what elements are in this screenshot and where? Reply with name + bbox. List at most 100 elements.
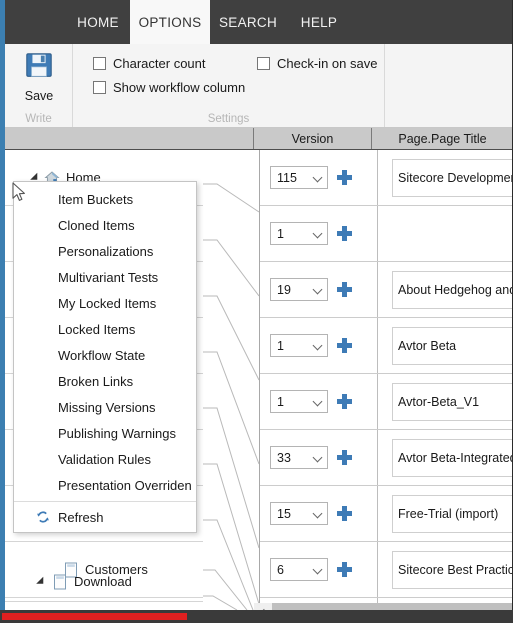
ribbon-group-settings: Character count Show workflow column Che… — [73, 44, 385, 127]
grid-cell-title: Sitecore Best Practices — [379, 542, 513, 597]
add-version-button[interactable] — [337, 562, 352, 577]
chevron-down-icon[interactable] — [312, 172, 323, 183]
page-title-input[interactable]: Avtor-Beta_V1 — [392, 382, 513, 421]
version-select-value: 1 — [277, 394, 284, 409]
version-select[interactable]: 19 — [270, 278, 328, 301]
grid-cell-version: 6 — [260, 542, 378, 597]
menu-item-multivariant-tests[interactable]: Multivariant Tests — [14, 264, 196, 290]
tab-home[interactable]: HOME — [66, 0, 130, 44]
context-menu[interactable]: Item Buckets Cloned Items Personalizatio… — [13, 181, 197, 533]
page-title-input[interactable]: Free-Trial (import) — [392, 494, 513, 533]
menu-item-personalizations[interactable]: Personalizations — [14, 238, 196, 264]
checkbox-box-icon[interactable] — [93, 81, 106, 94]
grid-cell-version: 115 — [260, 150, 378, 205]
page-title-input[interactable]: About Hedgehog and o — [392, 270, 513, 309]
menu-item-locked-items[interactable]: Locked Items — [14, 316, 196, 342]
menu-item-item-buckets[interactable]: Item Buckets — [14, 186, 196, 212]
tree-item-download-label: Download — [74, 574, 132, 589]
version-select[interactable]: 1 — [270, 334, 328, 357]
grid-row[interactable]: 1 Avtor-Beta_V1 — [260, 374, 513, 430]
checkbox-character-count-label: Character count — [113, 56, 206, 71]
menu-item-cloned-items[interactable]: Cloned Items — [14, 212, 196, 238]
expand-collapse-arrow-icon[interactable] — [36, 576, 47, 587]
chevron-down-icon[interactable] — [312, 508, 323, 519]
chevron-down-icon[interactable] — [312, 340, 323, 351]
version-select-value: 15 — [277, 506, 291, 521]
add-version-button[interactable] — [337, 450, 352, 465]
checkbox-show-workflow-column[interactable]: Show workflow column — [93, 80, 245, 95]
chevron-down-icon[interactable] — [312, 452, 323, 463]
grid-row[interactable]: 1 — [260, 206, 513, 262]
chevron-down-icon[interactable] — [312, 396, 323, 407]
grid-row[interactable]: 15 Free-Trial (import) — [260, 486, 513, 542]
tree-item-download[interactable]: Download — [5, 562, 203, 602]
column-header-version[interactable]: Version — [254, 128, 371, 149]
grid-column-header-row: Version Page.Page Title — [5, 128, 513, 150]
add-version-button[interactable] — [337, 170, 352, 185]
grid-cell-title: Free-Trial (import) — [379, 486, 513, 541]
menu-item-my-locked-items[interactable]: My Locked Items — [14, 290, 196, 316]
page-title-input[interactable]: Avtor Beta-Integrated C — [392, 438, 513, 477]
menu-item-workflow-state[interactable]: Workflow State — [14, 342, 196, 368]
grid-row[interactable]: 115 Sitecore Development T — [260, 150, 513, 206]
version-select-value: 33 — [277, 450, 291, 465]
add-version-button[interactable] — [337, 282, 352, 297]
menu-item-presentation-overriden[interactable]: Presentation Overriden — [14, 472, 196, 498]
save-button[interactable]: Save — [5, 50, 73, 103]
document-icon — [53, 574, 67, 590]
add-version-button[interactable] — [337, 226, 352, 241]
version-select-value: 1 — [277, 226, 284, 241]
ribbon-tab-bar: HOME OPTIONS SEARCH HELP — [0, 0, 513, 44]
menu-item-refresh[interactable]: Refresh — [14, 502, 196, 532]
tab-options[interactable]: OPTIONS — [130, 0, 210, 44]
grid-cell-version: 19 — [260, 262, 378, 317]
checkbox-check-in-on-save[interactable]: Check-in on save — [257, 56, 377, 71]
page-title-input[interactable]: Sitecore Development T — [392, 158, 513, 197]
version-select[interactable]: 6 — [270, 558, 328, 581]
add-version-button[interactable] — [337, 506, 352, 521]
grid-cell-version: 1 — [260, 206, 378, 261]
menu-item-validation-rules[interactable]: Validation Rules — [14, 446, 196, 472]
grid-row[interactable]: 33 Avtor Beta-Integrated C — [260, 430, 513, 486]
page-title-input[interactable]: Sitecore Best Practices — [392, 550, 513, 589]
version-select[interactable]: 15 — [270, 502, 328, 525]
version-select[interactable]: 33 — [270, 446, 328, 469]
checkbox-check-in-on-save-label: Check-in on save — [277, 56, 378, 71]
add-version-button[interactable] — [337, 394, 352, 409]
checkbox-box-icon[interactable] — [257, 57, 270, 70]
left-accent-strip — [0, 0, 5, 610]
version-select[interactable]: 115 — [270, 166, 328, 189]
version-select-value: 6 — [277, 562, 284, 577]
ribbon-group-settings-label: Settings — [207, 113, 250, 125]
page-title-input[interactable]: Avtor Beta — [392, 326, 513, 365]
refresh-icon — [36, 510, 50, 524]
add-version-button[interactable] — [337, 338, 352, 353]
grid-row[interactable]: 19 About Hedgehog and o — [260, 262, 513, 318]
content-grid[interactable]: 115 Sitecore Development T 1 — [259, 150, 513, 610]
version-select-value: 115 — [277, 170, 297, 185]
checkbox-character-count[interactable]: Character count — [93, 56, 206, 71]
grid-cell-title: About Hedgehog and o — [379, 262, 513, 317]
chevron-down-icon[interactable] — [312, 564, 323, 575]
application-window: HOME OPTIONS SEARCH HELP Save Write Char… — [0, 0, 513, 623]
chevron-down-icon[interactable] — [312, 284, 323, 295]
grid-row[interactable]: 6 Sitecore Best Practices — [260, 542, 513, 598]
version-select-value: 19 — [277, 282, 291, 297]
menu-item-broken-links[interactable]: Broken Links — [14, 368, 196, 394]
tab-search[interactable]: SEARCH — [210, 0, 286, 44]
menu-item-publishing-warnings[interactable]: Publishing Warnings — [14, 420, 196, 446]
grid-cell-version: 1 — [260, 318, 378, 373]
grid-cell-title: Avtor Beta — [379, 318, 513, 373]
version-select[interactable]: 1 — [270, 390, 328, 413]
menu-item-missing-versions[interactable]: Missing Versions — [14, 394, 196, 420]
column-header-page-title[interactable]: Page.Page Title — [372, 128, 513, 149]
ribbon-body: Save Write Character count Show workflow… — [5, 44, 513, 128]
tree-item-avtor[interactable]: Avtor — [5, 602, 203, 610]
ribbon-group-write: Save Write — [5, 44, 73, 127]
chevron-down-icon[interactable] — [312, 228, 323, 239]
tab-help[interactable]: HELP — [290, 0, 348, 44]
grid-row[interactable]: 1 Avtor Beta — [260, 318, 513, 374]
version-select[interactable]: 1 — [270, 222, 328, 245]
menu-item-refresh-label: Refresh — [58, 509, 104, 525]
checkbox-box-icon[interactable] — [93, 57, 106, 70]
